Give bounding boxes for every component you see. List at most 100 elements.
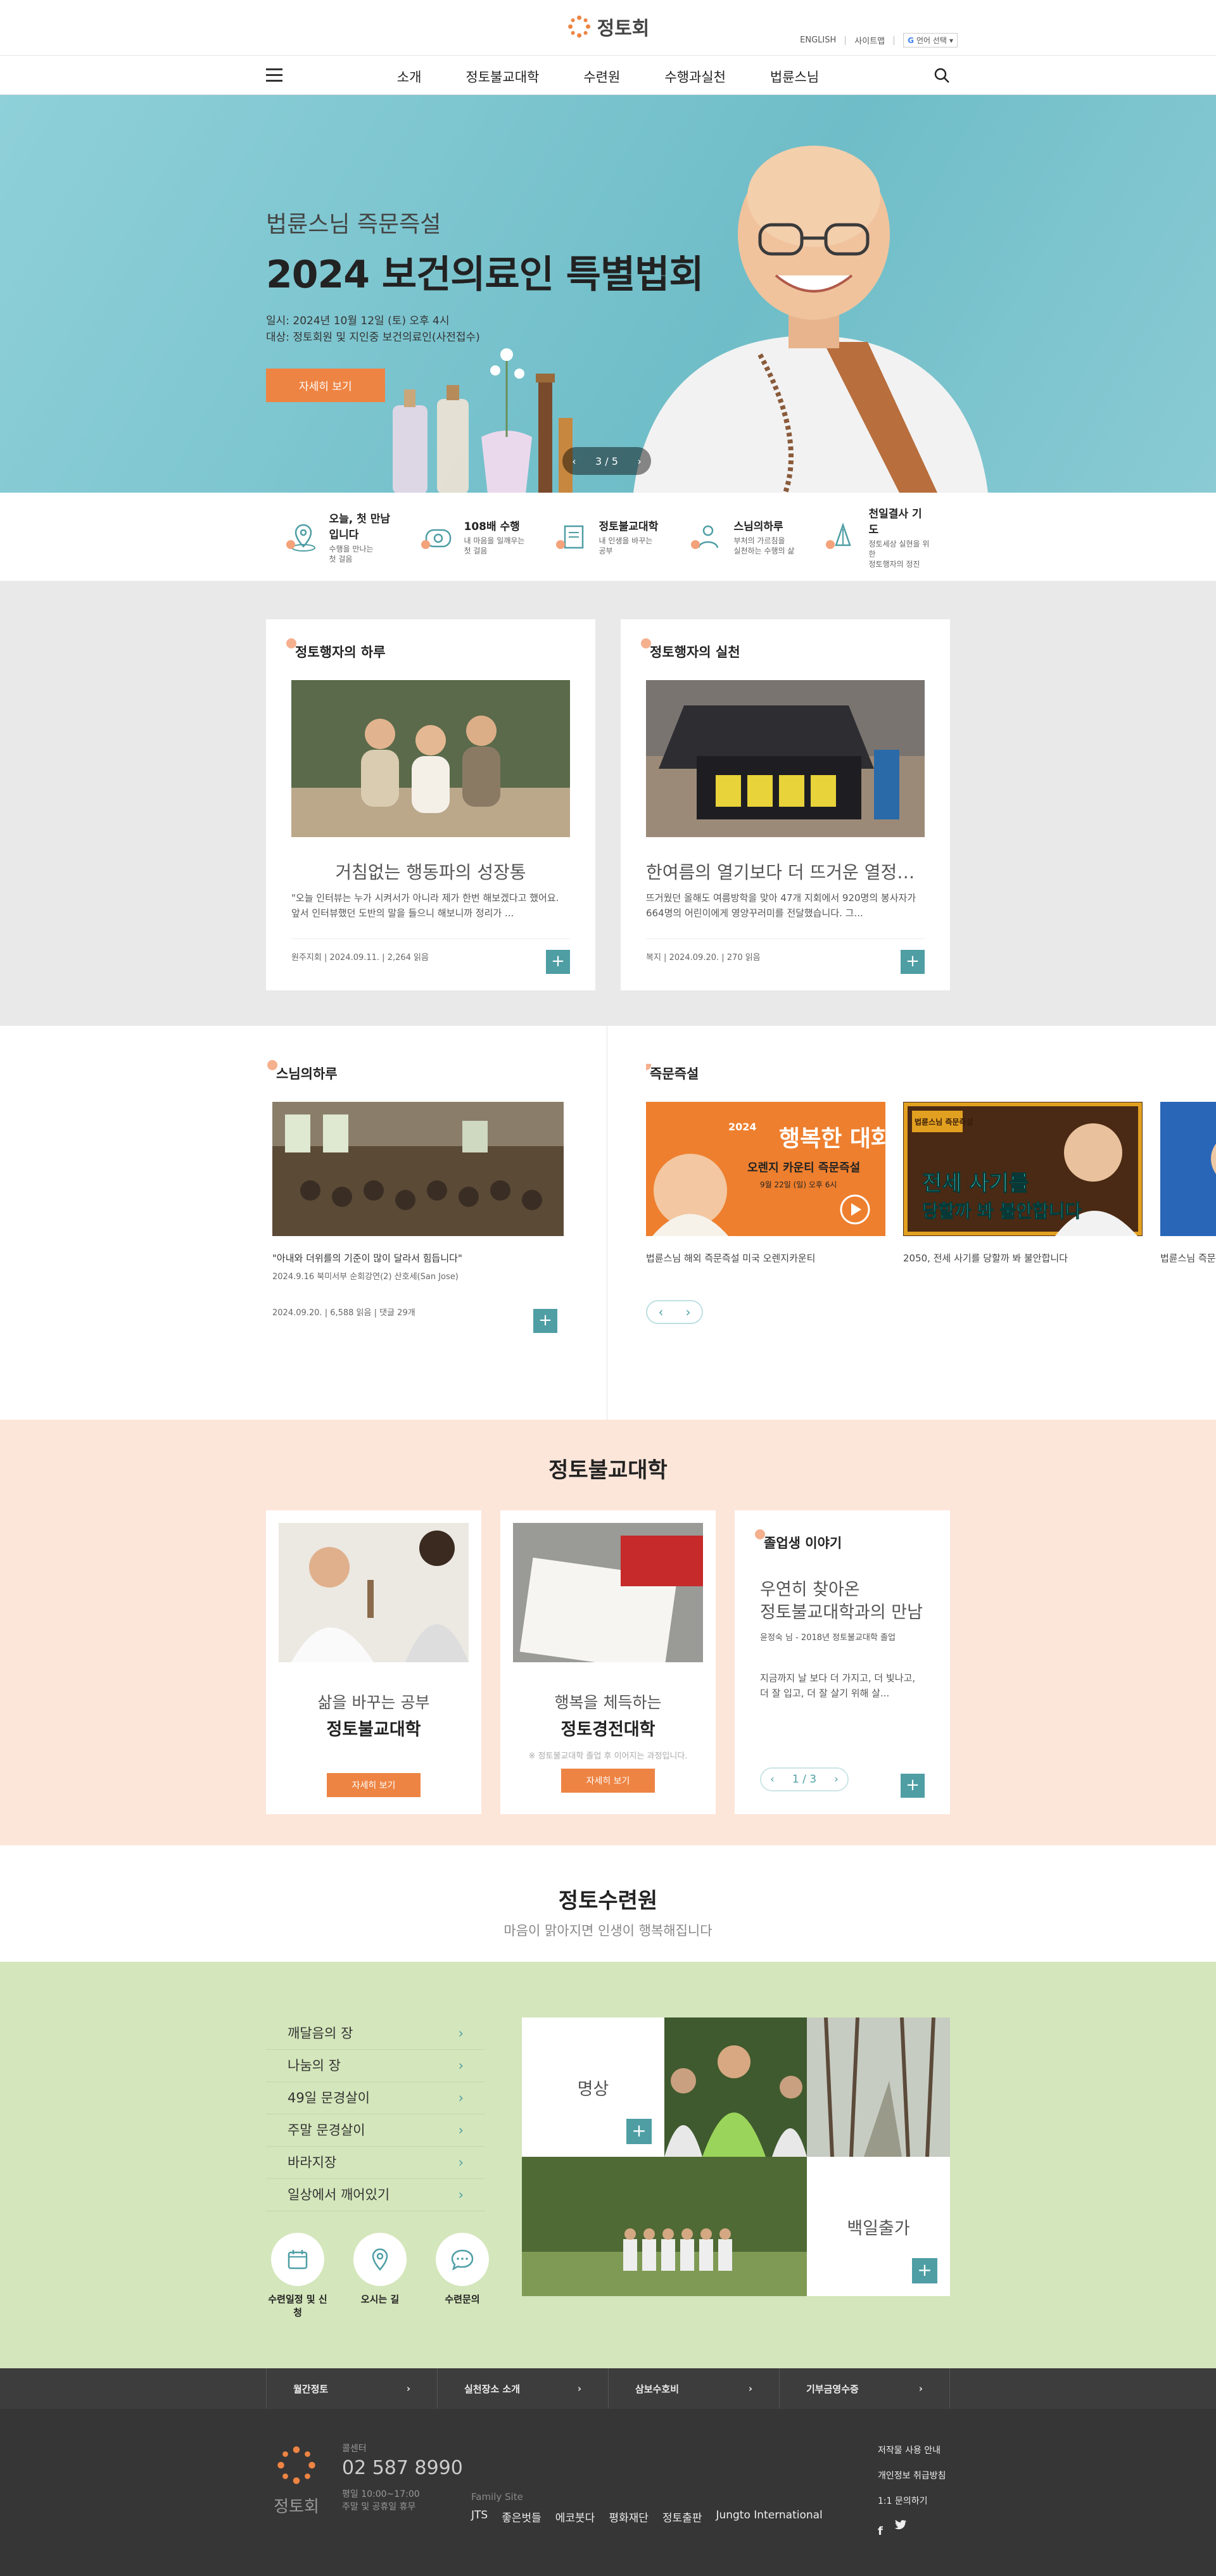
nav-item-monk[interactable]: 법륜스님 (770, 67, 819, 86)
video-item[interactable]: 행복한 대화 2024 오렌지 카운티 즉문즉설 9월 22일 (일) 오후 6… (646, 1102, 892, 1265)
chevron-right-icon: › (458, 2058, 464, 2073)
video-item[interactable]: 법륜스님 즉문즉설 전세 사기를 당할까 봐 불안합니다 2050, 전세 사기… (903, 1102, 1143, 1265)
schedule-button[interactable]: 수련일정 및 신청 (266, 2233, 329, 2319)
call-center-label: 콜센터 (342, 2444, 367, 2454)
tile-label: 백일출가 (847, 2218, 910, 2238)
card-label: 졸업생 이야기 (755, 1529, 925, 1552)
monk-portrait-image (633, 146, 988, 493)
twitter-icon[interactable] (894, 2519, 907, 2530)
english-link[interactable]: ENGLISH (800, 35, 836, 45)
nav-item-practice[interactable]: 수행과실천 (664, 67, 726, 86)
prev-arrow-icon[interactable]: ‹ (572, 455, 576, 467)
retreat-program-list: 깨달음의 장 › 나눔의 장 › 49일 문경살이 › 주말 문경살이 › 바라지장 › … (266, 2017, 485, 2211)
footer-link[interactable]: 저작물 사용 안내 (878, 2438, 946, 2463)
poster-sub: 오렌지 카운티 즉문즉설 (747, 1161, 860, 1175)
chevron-right-icon: › (918, 2383, 923, 2394)
lotus-logo-icon (568, 15, 591, 38)
card-body: "오늘 인터뷰는 누가 시켜서가 아니라 제가 한번 해보겠다고 했어요. 앞서… (291, 892, 559, 919)
list-item[interactable]: 일상에서 깨어있기 › (266, 2179, 485, 2211)
hundred-day-tile[interactable]: 백일출가 + (807, 2157, 950, 2296)
list-item[interactable]: 49일 문경살이 › (266, 2082, 485, 2114)
meditation-photo (664, 2017, 807, 2157)
video-thumbnail (1160, 1102, 1216, 1236)
language-select[interactable]: G 언어 선택 ▾ (903, 33, 958, 47)
family-sites: Family Site JTS 좋은벗들 에코붓다 평화재단 정토출판 Jung… (471, 2491, 823, 2525)
card-label: 정토행자의 실천 (641, 638, 925, 661)
utility-links: ENGLISH 사이트맵 G 언어 선택 ▾ (800, 33, 958, 47)
monk-day-quote[interactable]: "아내와 더위를의 기준이 많이 달라서 힘듭니다" (272, 1251, 583, 1265)
site-logo[interactable]: 정토회 (567, 13, 649, 41)
more-plus-button[interactable]: + (533, 1309, 557, 1333)
footer: 정토회 콜센터 02 587 8990 평일 10:00~17:00 주말 및 공… (0, 2409, 1216, 2576)
family-link[interactable]: 좋은벗들 (502, 2509, 542, 2525)
footer-logo: 정토회 (266, 2443, 327, 2517)
quick-desc: 내 인생을 바꾸는 (598, 536, 653, 545)
quick-item-university[interactable]: 정토불교대학 내 인생을 바꾸는 공부 (555, 517, 661, 556)
qna-arrows: ‹ › (646, 1300, 703, 1324)
quick-item-monk-day[interactable]: 스님의하루 부처의 가르침을 실천하는 수행의 삶 (690, 517, 795, 556)
practice-card-daily[interactable]: 정토행자의 하루 거침없는 행동파의 성장통 "오늘 인터뷰는 누가 시켜서가 … (266, 619, 595, 990)
divider (845, 35, 846, 45)
footer-band-item[interactable]: 기부금영수증 › (779, 2368, 950, 2409)
more-plus-button[interactable]: + (901, 1774, 925, 1798)
list-item[interactable]: 나눔의 장 › (266, 2050, 485, 2082)
hero-detail-button[interactable]: 자세히 보기 (266, 369, 385, 402)
card-label: 정토행자의 하루 (286, 638, 570, 661)
quick-item-prayer[interactable]: 천일결사 기도 정토세상 실현을 위한 정토행자의 정진 (825, 505, 930, 569)
quick-desc: 첫 걸음 (329, 554, 353, 564)
directions-button[interactable]: 오시는 길 (348, 2233, 412, 2319)
practice-card-action[interactable]: 정토행자의 실천 한여름의 열기보다 더 뜨거운 열정으... 뜨거웠던 올해도… (621, 619, 950, 990)
quick-item-first-meeting[interactable]: 오늘, 첫 만남입니다 수행을 만나는 첫 걸음 (286, 510, 391, 564)
footer-link[interactable]: 1:1 문의하기 (878, 2489, 946, 2514)
more-plus-button[interactable]: + (546, 950, 570, 974)
family-link[interactable]: 평화재단 (609, 2509, 649, 2525)
quick-desc: 실천하는 수행의 삶 (733, 546, 795, 555)
list-item[interactable]: 바라지장 › (266, 2147, 485, 2179)
next-arrow-icon[interactable]: › (686, 1304, 691, 1320)
graduate-story-card[interactable]: 졸업생 이야기 우연히 찾아온 정토불교대학과의 만남 윤정숙 님 - 2018년… (735, 1510, 950, 1814)
prev-arrow-icon[interactable]: ‹ (770, 1773, 775, 1786)
quick-title: 108배 수행 (464, 521, 520, 533)
sutra-card[interactable]: 행복을 체득하는 정토경전대학 ※ 정토불교대학 졸업 후 이어지는 과정입니다… (500, 1510, 716, 1814)
next-arrow-icon[interactable]: › (637, 455, 641, 467)
next-arrow-icon[interactable]: › (834, 1773, 839, 1786)
chevron-right-icon: › (458, 2090, 464, 2106)
more-plus-button[interactable]: + (626, 2119, 652, 2144)
search-icon[interactable] (934, 67, 950, 84)
video-item[interactable]: 법륜스님 즉문즉설 (1160, 1102, 1216, 1265)
prev-arrow-icon[interactable]: ‹ (659, 1304, 664, 1320)
list-item[interactable]: 깨달음의 장 › (266, 2017, 485, 2050)
facebook-icon[interactable]: f (878, 2519, 883, 2544)
section-subtitle: 마음이 맑아지면 인생이 행복해집니다 (504, 1923, 712, 1938)
story-title-line1: 우연히 찾아온 (760, 1580, 860, 1600)
more-plus-button[interactable]: + (901, 950, 925, 974)
nav-item-university[interactable]: 정토불교대학 (466, 67, 539, 86)
nav-item-retreat[interactable]: 수련원 (583, 67, 620, 86)
lecture-hall-photo[interactable] (272, 1102, 564, 1236)
hamburger-menu-icon[interactable] (266, 68, 282, 82)
inquiry-button[interactable]: 수련문의 (431, 2233, 494, 2319)
family-link[interactable]: 에코붓다 (555, 2509, 595, 2525)
family-link[interactable]: JTS (471, 2509, 488, 2525)
footer-band-item[interactable]: 삼보수호비 › (608, 2368, 779, 2409)
detail-button[interactable]: 자세히 보기 (326, 1773, 421, 1797)
list-item[interactable]: 주말 문경살이 › (266, 2114, 485, 2147)
family-link[interactable]: Jungto International (716, 2509, 822, 2525)
students-photo (279, 1523, 469, 1662)
detail-button[interactable]: 자세히 보기 (560, 1769, 656, 1793)
chevron-right-icon: › (458, 2155, 464, 2170)
family-link[interactable]: 정토출판 (662, 2509, 702, 2525)
footer-band-item[interactable]: 실천장소 소개 › (437, 2368, 608, 2409)
sitemap-link[interactable]: 사이트맵 (854, 34, 885, 46)
quick-item-108[interactable]: 108배 수행 내 마음을 일깨우는 첫 걸음 (421, 517, 526, 556)
forest-path-photo (807, 2017, 950, 2157)
chevron-right-icon: › (748, 2383, 752, 2394)
meditation-tile[interactable]: 명상 + (522, 2017, 664, 2157)
nav-item-intro[interactable]: 소개 (397, 67, 422, 86)
footer-band-item[interactable]: 월간정토 › (266, 2368, 437, 2409)
more-plus-button[interactable]: + (912, 2258, 937, 2283)
footer-link[interactable]: 개인정보 취급방침 (878, 2463, 946, 2489)
qna-block: 즉문즉설 행복한 대화 2024 오렌지 카운티 즉문즉설 9월 22일 (일)… (646, 1064, 1216, 1324)
university-card[interactable]: 삶을 바꾸는 공부 정토불교대학 자세히 보기 (266, 1510, 481, 1814)
quick-desc: 정토행자의 정진 (868, 559, 920, 569)
